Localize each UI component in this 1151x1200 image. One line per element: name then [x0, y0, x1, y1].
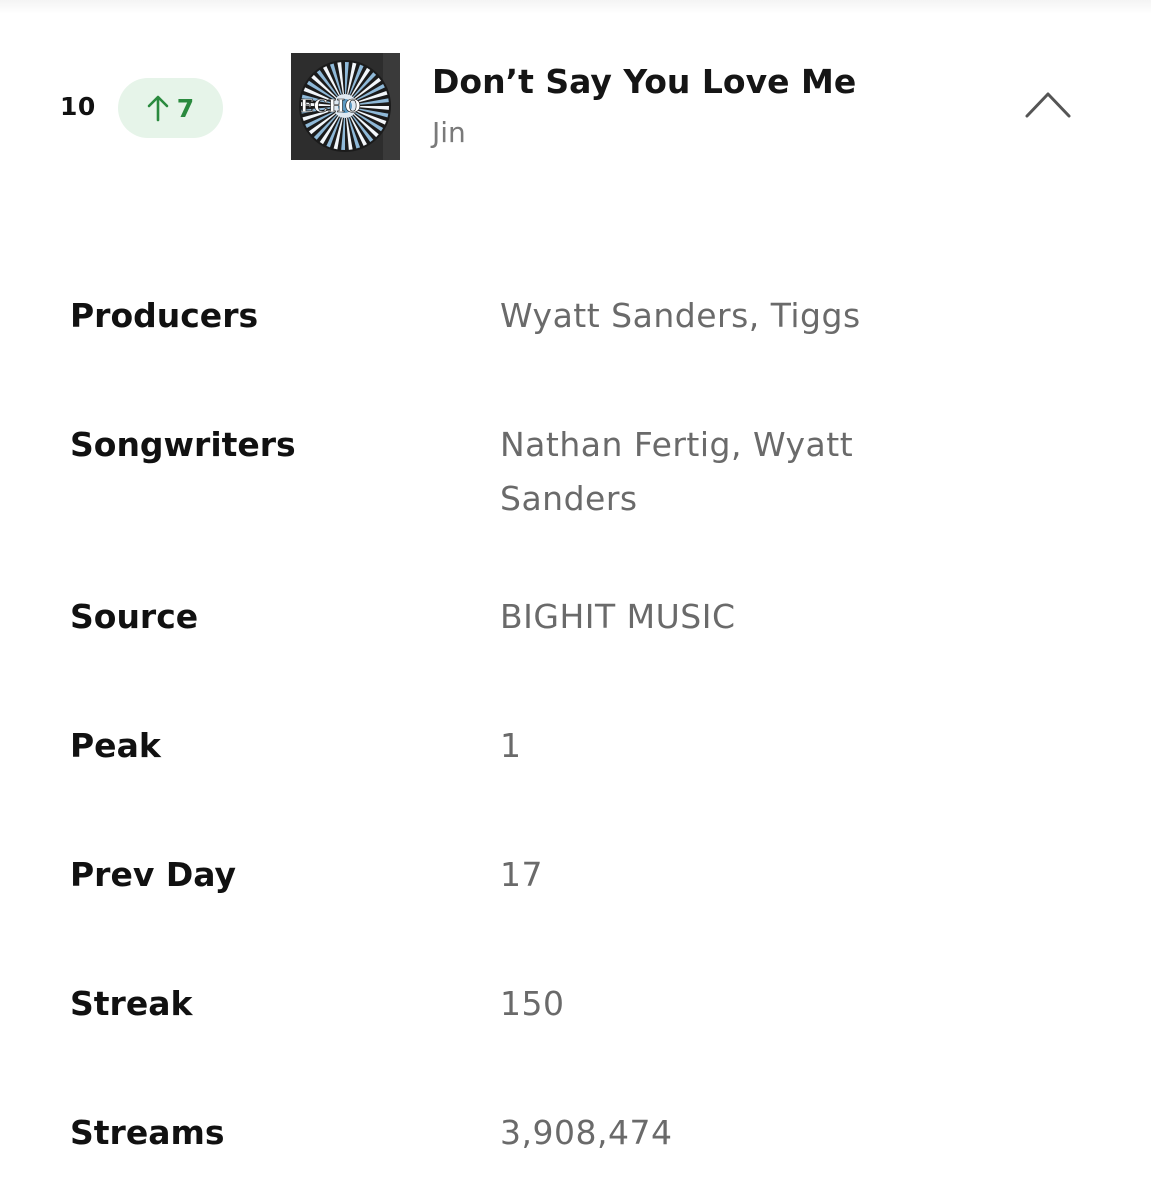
chevron-up-icon — [1025, 92, 1071, 118]
rank-number: 10 — [60, 92, 96, 121]
rank-movement-badge: 7 — [118, 78, 223, 138]
detail-label: Producers — [70, 296, 259, 335]
rank-movement-value: 7 — [176, 93, 195, 123]
album-cover: ECHO — [291, 53, 400, 160]
detail-value: BIGHIT MUSIC — [500, 597, 736, 636]
detail-value: 3,908,474 — [500, 1113, 673, 1152]
detail-label: Streams — [70, 1113, 225, 1152]
detail-label: Songwriters — [70, 425, 296, 464]
detail-label: Streak — [70, 984, 193, 1023]
detail-value: 1 — [500, 726, 522, 765]
track-title: Don’t Say You Love Me — [432, 62, 857, 101]
album-cover-text: ECHO — [300, 96, 361, 117]
arrow-up-icon — [147, 95, 169, 122]
detail-label: Peak — [70, 726, 161, 765]
detail-value: 17 — [500, 855, 543, 894]
detail-value: Wyatt Sanders, Tiggs — [500, 296, 861, 335]
collapse-button[interactable] — [1018, 82, 1078, 126]
detail-value: Nathan Fertig, Wyatt Sanders — [500, 425, 854, 518]
detail-label: Source — [70, 597, 199, 636]
album-cover-art: ECHO — [291, 53, 400, 160]
chart-track-row[interactable]: 10 7 ECHO Don’t Say You Love Me Jin — [0, 40, 1151, 175]
detail-label: Prev Day — [70, 855, 236, 894]
detail-value: 150 — [500, 984, 565, 1023]
track-artist[interactable]: Jin — [432, 116, 466, 149]
top-edge-shade — [0, 0, 1151, 14]
